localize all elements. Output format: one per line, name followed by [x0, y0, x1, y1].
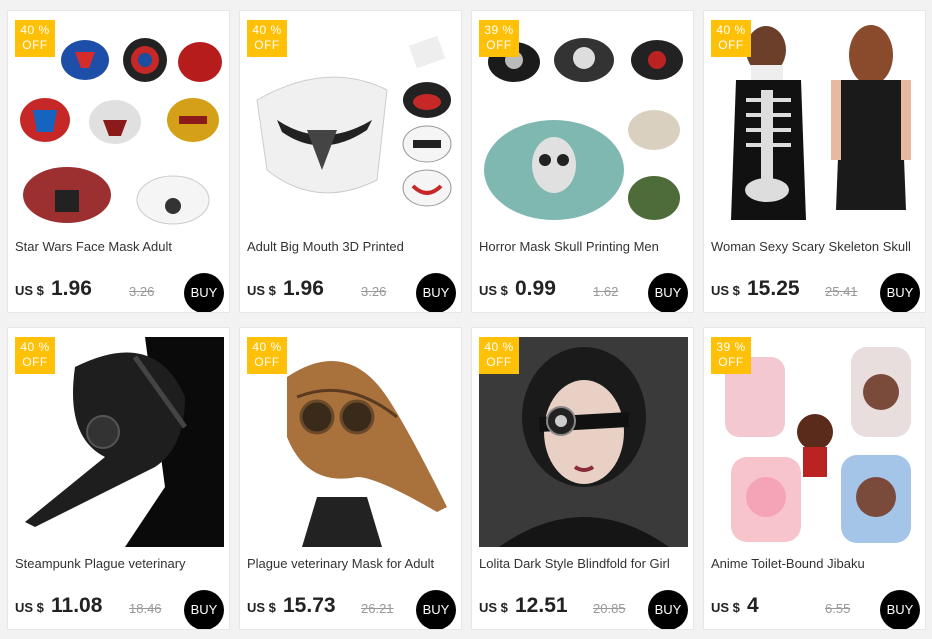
product-card[interactable]: 40 % OFF Star Wars Face Mask Adult US $ …: [7, 10, 230, 313]
discount-percent: 40 %: [252, 340, 282, 354]
price-row: US $ 0.99 1.62 BUY: [479, 273, 688, 312]
price: 0.99: [515, 277, 556, 300]
buy-button[interactable]: BUY: [416, 273, 456, 312]
discount-off-label: OFF: [254, 355, 280, 369]
original-price: 3.26: [361, 284, 387, 299]
product-card[interactable]: 40 % OFF Plague veterinary Mask for Adul…: [239, 327, 462, 630]
product-card[interactable]: 40 % OFF Adult Big Mouth 3D Printed US $…: [239, 10, 462, 313]
currency-label: US $: [711, 283, 740, 298]
currency-label: US $: [15, 283, 44, 298]
discount-percent: 40 %: [716, 23, 746, 37]
price-row: US $ 1.96 3.26 BUY: [247, 273, 456, 312]
original-price: 18.46: [129, 601, 162, 616]
buy-button[interactable]: BUY: [184, 590, 224, 629]
discount-off-label: OFF: [22, 38, 48, 52]
discount-badge: 39 % OFF: [479, 20, 519, 57]
currency-label: US $: [15, 600, 44, 615]
discount-badge: 40 % OFF: [247, 337, 287, 374]
price-row: US $ 4 6.55 BUY: [711, 590, 920, 629]
product-title[interactable]: Plague veterinary Mask for Adult: [247, 556, 459, 571]
discount-off-label: OFF: [486, 355, 512, 369]
discount-badge: 40 % OFF: [247, 20, 287, 57]
price-row: US $ 15.25 25.41 BUY: [711, 273, 920, 312]
product-title[interactable]: Woman Sexy Scary Skeleton Skull: [711, 239, 923, 254]
discount-percent: 40 %: [20, 23, 50, 37]
price: 1.96: [283, 277, 324, 300]
discount-off-label: OFF: [718, 38, 744, 52]
discount-off-label: OFF: [718, 355, 744, 369]
discount-off-label: OFF: [254, 38, 280, 52]
discount-badge: 40 % OFF: [15, 20, 55, 57]
original-price: 6.55: [825, 601, 851, 616]
product-title[interactable]: Anime Toilet-Bound Jibaku: [711, 556, 923, 571]
discount-badge: 40 % OFF: [15, 337, 55, 374]
currency-label: US $: [247, 600, 276, 615]
product-card[interactable]: 39 % OFF Anime Toilet-Bound Jibaku US $ …: [703, 327, 926, 630]
currency-label: US $: [711, 600, 740, 615]
discount-badge: 39 % OFF: [711, 337, 751, 374]
product-title[interactable]: Horror Mask Skull Printing Men: [479, 239, 691, 254]
price-row: US $ 15.73 26.21 BUY: [247, 590, 456, 629]
price: 12.51: [515, 594, 568, 617]
buy-button[interactable]: BUY: [880, 273, 920, 312]
product-card[interactable]: 40 % OFF Woman Sexy Scary Skeleton Skull…: [703, 10, 926, 313]
price: 11.08: [51, 594, 103, 617]
currency-label: US $: [247, 283, 276, 298]
product-title[interactable]: Star Wars Face Mask Adult: [15, 239, 227, 254]
product-card[interactable]: 40 % OFF Steampunk Plague veterinary US …: [7, 327, 230, 630]
price-row: US $ 12.51 20.85 BUY: [479, 590, 688, 629]
product-card[interactable]: 39 % OFF Horror Mask Skull Printing Men …: [471, 10, 694, 313]
discount-percent: 39 %: [484, 23, 514, 37]
price-row: US $ 11.08 18.46 BUY: [15, 590, 224, 629]
product-title[interactable]: Lolita Dark Style Blindfold for Girl: [479, 556, 691, 571]
buy-button[interactable]: BUY: [416, 590, 456, 629]
discount-badge: 40 % OFF: [479, 337, 519, 374]
buy-button[interactable]: BUY: [648, 273, 688, 312]
discount-badge: 40 % OFF: [711, 20, 751, 57]
original-price: 26.21: [361, 601, 394, 616]
product-title[interactable]: Adult Big Mouth 3D Printed: [247, 239, 459, 254]
price: 1.96: [51, 277, 92, 300]
discount-off-label: OFF: [486, 38, 512, 52]
original-price: 20.85: [593, 601, 626, 616]
discount-percent: 40 %: [20, 340, 50, 354]
buy-button[interactable]: BUY: [648, 590, 688, 629]
currency-label: US $: [479, 600, 508, 615]
discount-off-label: OFF: [22, 355, 48, 369]
price: 15.73: [283, 594, 336, 617]
price: 4: [747, 594, 759, 617]
original-price: 1.62: [593, 284, 619, 299]
original-price: 25.41: [825, 284, 858, 299]
product-title[interactable]: Steampunk Plague veterinary: [15, 556, 227, 571]
price: 15.25: [747, 277, 800, 300]
discount-percent: 40 %: [484, 340, 514, 354]
buy-button[interactable]: BUY: [880, 590, 920, 629]
price-row: US $ 1.96 3.26 BUY: [15, 273, 224, 312]
discount-percent: 40 %: [252, 23, 282, 37]
product-card[interactable]: 40 % OFF Lolita Dark Style Blindfold for…: [471, 327, 694, 630]
original-price: 3.26: [129, 284, 155, 299]
discount-percent: 39 %: [716, 340, 746, 354]
buy-button[interactable]: BUY: [184, 273, 224, 312]
currency-label: US $: [479, 283, 508, 298]
